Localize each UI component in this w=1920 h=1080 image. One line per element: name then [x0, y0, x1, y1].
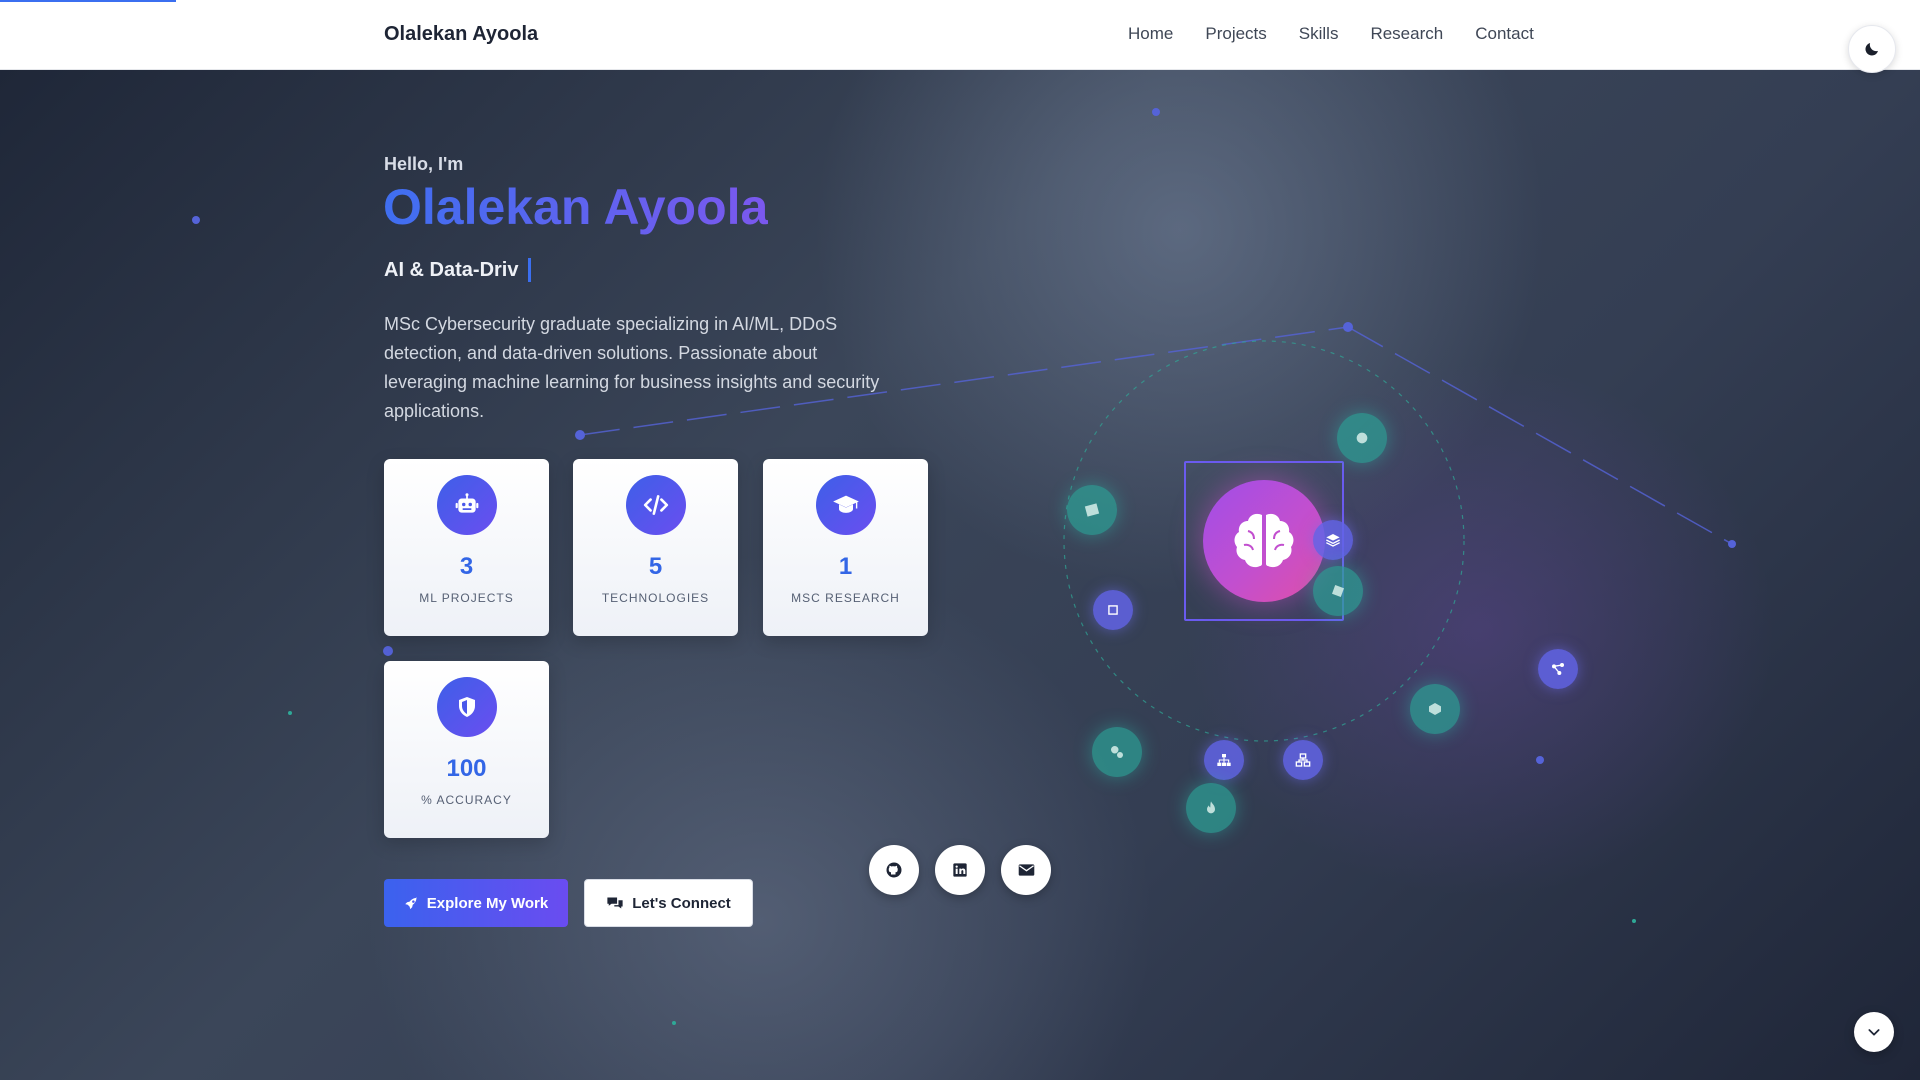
hero-greeting: Hello, I'm [384, 154, 464, 174]
network-node-icon [1283, 740, 1323, 780]
github-link[interactable] [869, 845, 919, 895]
github-icon [886, 862, 902, 878]
rocket-icon [405, 896, 417, 909]
hero-name: Olalekan Ayoola [383, 179, 769, 235]
typed-tagline: AI & Data-Driv [384, 258, 532, 282]
brand-name[interactable]: Olalekan Ayoola [384, 23, 538, 46]
envelope-icon [1018, 864, 1034, 876]
database-node-icon [1313, 566, 1363, 616]
stat-label: % Accuracy [421, 793, 512, 807]
stat-number: 100 [446, 755, 487, 782]
stat-label: ML Projects [419, 591, 514, 605]
theme-toggle-button[interactable] [1848, 25, 1896, 73]
scroll-progress-bar [0, 0, 176, 2]
hero-section: Hello, I'm Olalekan Ayoola AI & Data-Dri… [0, 70, 1920, 1080]
connect-button-label: Let's Connect [632, 894, 731, 912]
email-link[interactable] [1001, 845, 1051, 895]
explore-my-work-button[interactable]: Explore My Work [384, 879, 568, 927]
navbar: Olalekan Ayoola Home Projects Skills Res… [0, 0, 1920, 70]
shield-icon [436, 677, 497, 737]
fire-node-icon [1186, 783, 1236, 833]
stat-number: 5 [648, 553, 663, 580]
linkedin-icon [953, 863, 967, 877]
chevron-down-icon [1868, 1029, 1880, 1036]
layers-node-icon [1313, 520, 1353, 560]
share-node-icon [1538, 649, 1578, 689]
nav-link-home[interactable]: Home [1128, 24, 1173, 44]
nav-link-skills[interactable]: Skills [1299, 24, 1339, 44]
linkedin-link[interactable] [935, 845, 985, 895]
table-node-icon [1067, 485, 1117, 535]
stat-label: Technologies [601, 591, 710, 605]
cogs-node-icon [1092, 727, 1142, 777]
stat-card-ml-projects: 3 ML Projects [384, 459, 549, 636]
explore-button-label: Explore My Work [426, 894, 549, 912]
robot-icon [436, 475, 497, 535]
moon-icon [1865, 43, 1878, 56]
nav-link-projects[interactable]: Projects [1205, 24, 1266, 44]
typing-cursor [528, 258, 532, 282]
sitemap-node-icon [1204, 740, 1244, 780]
stat-number: 3 [459, 553, 474, 580]
vector-node-icon [1093, 590, 1133, 630]
stat-card-accuracy: 100 % Accuracy [384, 661, 549, 838]
stat-number: 1 [838, 553, 853, 580]
nav-links: Home Projects Skills Research Contact [1128, 24, 1534, 44]
stat-label: MSc Research [791, 591, 900, 605]
lets-connect-button[interactable]: Let's Connect [584, 879, 753, 927]
brain-node-icon [1337, 413, 1387, 463]
background-network-decoration [192, 108, 1736, 1025]
code-icon [625, 475, 686, 535]
typed-text: AI & Data-Driv [384, 258, 519, 281]
comments-icon [607, 897, 623, 909]
hero-bio: MSc Cybersecurity graduate specializing … [384, 314, 880, 421]
nav-link-research[interactable]: Research [1370, 24, 1443, 44]
stat-card-technologies: 5 Technologies [573, 459, 738, 636]
scroll-down-button[interactable] [1854, 1012, 1894, 1052]
cube-node-icon [1410, 684, 1460, 734]
graduation-cap-icon [815, 475, 876, 535]
nav-link-contact[interactable]: Contact [1475, 24, 1534, 44]
brain-icon [1203, 480, 1325, 602]
stat-card-msc-research: 1 MSc Research [763, 459, 928, 636]
